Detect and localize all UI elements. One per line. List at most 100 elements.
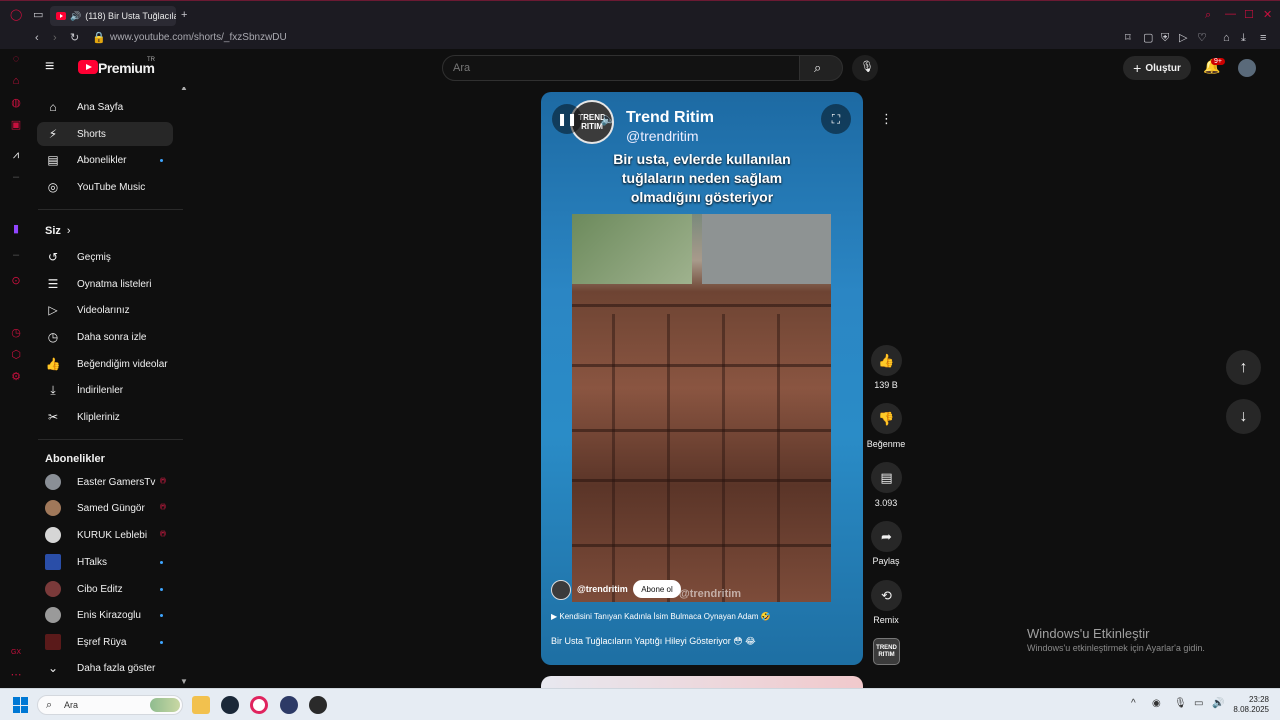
you-heading[interactable]: Siz › (45, 225, 71, 237)
close-window-icon[interactable]: ✕ (1263, 9, 1272, 21)
nav-item-clips[interactable]: ✂ Klipleriniz (37, 405, 173, 429)
download-icon[interactable]: ⤓ (1241, 32, 1246, 44)
share-button[interactable]: ➦ (871, 521, 902, 552)
nav-item-your-videos[interactable]: ▷ Videolarınız (37, 298, 173, 322)
tray-volume-icon[interactable]: 🔊 (1212, 698, 1224, 709)
url-field[interactable]: www.youtube.com/shorts/_fxzSbnzwDU (110, 32, 287, 43)
pause-button[interactable]: ❚❚ (552, 104, 582, 134)
tab-manager-icon[interactable]: ▭ (33, 9, 43, 21)
related-video-link[interactable]: ▶ Kendisini Tanıyan Kadınla İsim Bulmaca… (551, 612, 771, 621)
forward-icon[interactable]: › (53, 32, 57, 44)
sidebar-history-icon[interactable]: ◷ (10, 327, 22, 339)
sidebar-mail-icon[interactable]: ▣ (10, 119, 22, 131)
scroll-up-icon[interactable]: ▲ (180, 87, 188, 92)
wallet-icon[interactable]: ⌂ (1223, 32, 1230, 44)
menu-icon[interactable]: ≡ (1260, 32, 1266, 44)
home-icon: ⌂ (49, 100, 57, 114)
snapshot-icon[interactable]: ▢ (1143, 32, 1153, 44)
maximize-icon[interactable]: ☐ (1244, 9, 1254, 21)
remix-button[interactable]: ⟲ (871, 580, 902, 611)
sidebar-apps-icon[interactable]: ⩘ (10, 149, 22, 161)
like-button[interactable]: 👍 (871, 345, 902, 376)
hamburger-menu-icon[interactable]: ≡ (45, 58, 54, 76)
tray-network-app-icon[interactable]: ◉ (1152, 698, 1161, 709)
comments-button[interactable]: ▤ (871, 462, 902, 493)
youtube-logo-icon[interactable] (78, 60, 98, 74)
video-description[interactable]: Bir Usta Tuğlacıların Yaptığı Hileyi Gös… (551, 636, 756, 647)
next-short-preview[interactable] (541, 676, 863, 688)
back-icon[interactable]: ‹ (35, 32, 39, 44)
volume-button[interactable]: 🔈 (593, 104, 623, 134)
sidebar-settings-icon[interactable]: ⚙ (10, 371, 22, 383)
taskbar-clock[interactable]: 23:28 8.08.2025 (1233, 695, 1269, 715)
app-taskbar-icon[interactable] (280, 696, 298, 714)
sidebar-twitch-icon[interactable]: ▮ (10, 223, 22, 235)
sound-avatar[interactable]: TREND RITIM (873, 638, 900, 665)
sidebar-music-icon[interactable]: ⌂ (10, 75, 22, 87)
new-content-dot (160, 159, 163, 162)
nav-item-youtube-music[interactable]: ◎ YouTube Music (37, 175, 173, 199)
subscription-label: Eşref Rüya (77, 636, 127, 648)
create-button[interactable]: + Oluştur (1123, 56, 1191, 80)
tray-mic-icon[interactable]: 🎙 (1174, 698, 1187, 709)
video-caption: Bir usta, evlerde kullanılan tuğlaların … (613, 151, 791, 205)
bottom-channel-handle[interactable]: @trendritim (577, 584, 628, 594)
tray-chevron-up-icon[interactable]: ^ (1131, 698, 1136, 709)
opera-gx-taskbar-icon[interactable] (250, 696, 268, 714)
subscription-item[interactable]: Easter GamersTv ((•)) (37, 470, 173, 494)
nav-item-subscriptions[interactable]: ▤ Abonelikler (37, 148, 173, 172)
show-more-button[interactable]: ⌄ Daha fazla göster (37, 656, 173, 680)
subscription-label: Cibo Editz (77, 583, 123, 595)
nav-item-history[interactable]: ↺ Geçmiş (37, 245, 173, 269)
file-explorer-icon[interactable] (192, 696, 210, 714)
nav-item-playlists[interactable]: ☰ Oynatma listeleri (37, 272, 173, 296)
subscription-item[interactable]: HTalks (37, 550, 173, 574)
subscription-item[interactable]: Cibo Editz (37, 577, 173, 601)
sidebar-messenger-icon[interactable]: ◍ (10, 97, 22, 109)
tray-display-icon[interactable]: ▭ (1194, 698, 1203, 709)
obs-taskbar-icon[interactable] (309, 696, 327, 714)
scroll-down-icon[interactable]: ▼ (180, 677, 188, 686)
next-short-button[interactable]: ↓ (1226, 399, 1261, 434)
sidebar-more-icon[interactable]: ⋯ (10, 669, 22, 681)
player-icon[interactable]: ▷ (1179, 32, 1187, 44)
previous-short-button[interactable]: ↑ (1226, 350, 1261, 385)
nav-item-shorts[interactable]: ⚡ Shorts (37, 122, 173, 146)
search-button[interactable]: ⌕ (799, 55, 843, 81)
more-options-button[interactable]: ⋮ (871, 103, 902, 134)
logo-text[interactable]: Premium (98, 60, 155, 76)
account-avatar[interactable] (1238, 59, 1256, 77)
search-input[interactable]: Ara (442, 55, 800, 81)
subscribe-button[interactable]: Abone ol (633, 580, 681, 598)
subscription-item[interactable]: Samed Güngör ((•)) (37, 496, 173, 520)
taskbar-search-input[interactable]: ⌕ Ara (37, 695, 183, 715)
nav-item-watch-later[interactable]: ◷ Daha sonra izle (37, 325, 173, 349)
small-channel-avatar[interactable] (551, 580, 571, 600)
subscription-item[interactable]: Eşref Rüya (37, 630, 173, 654)
shield-icon[interactable]: ⛨ (1161, 32, 1169, 44)
windows-start-icon[interactable] (13, 697, 29, 713)
new-tab-plus-icon[interactable]: + (181, 9, 187, 21)
sidebar-player-icon[interactable]: ⊙ (10, 275, 22, 287)
steam-icon[interactable] (221, 696, 239, 714)
sidebar-aria-icon[interactable]: ◌ (10, 53, 22, 65)
nav-item-downloads[interactable]: ⤓ İndirilenler (37, 378, 173, 402)
voice-search-button[interactable]: 🎙 (852, 55, 878, 81)
heart-icon[interactable]: ♡ (1197, 32, 1207, 44)
fullscreen-button[interactable]: ⛶ (821, 104, 851, 134)
tab-youtube[interactable]: 🔊 (118) Bir Usta Tuğlacıla (50, 6, 176, 26)
subscription-item[interactable]: KURUK Leblebi ((•)) (37, 523, 173, 547)
opera-logo-icon[interactable]: ◯ (10, 9, 22, 21)
sidebar-gx-icon[interactable]: GX (10, 647, 22, 659)
reload-icon[interactable]: ↻ (70, 32, 79, 44)
sidebar-extensions-icon[interactable]: ⬡ (10, 349, 22, 361)
dislike-button[interactable]: 👎 (871, 403, 902, 434)
search-tabs-icon[interactable]: ⌕ (1205, 9, 1211, 21)
pin-icon[interactable]: ⌑ (1125, 32, 1131, 44)
shorts-player[interactable]: TREND RITIM Trend Ritim @trendritim ❚❚ 🔈 … (541, 92, 863, 665)
channel-avatar (45, 634, 61, 650)
subscription-item[interactable]: Enis Kirazoglu (37, 603, 173, 627)
nav-item-liked-videos[interactable]: 👍 Beğendiğim videolar (37, 352, 173, 376)
minimize-icon[interactable]: — (1225, 8, 1236, 20)
nav-item-home[interactable]: ⌂ Ana Sayfa (37, 95, 173, 119)
